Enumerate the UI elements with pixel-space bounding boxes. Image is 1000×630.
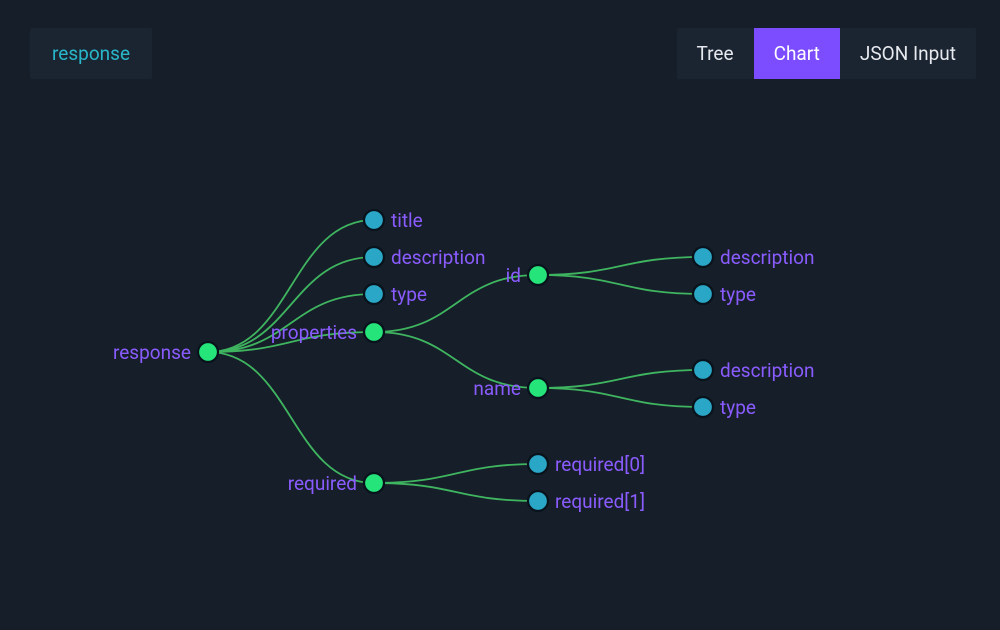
node-response[interactable] xyxy=(198,342,218,362)
node-id[interactable] xyxy=(528,265,548,285)
node-title[interactable] xyxy=(364,210,384,230)
nodes-layer xyxy=(0,80,1000,630)
node-name[interactable] xyxy=(528,378,548,398)
node-type[interactable] xyxy=(364,284,384,304)
node-name_type[interactable] xyxy=(693,397,713,417)
tab-chart[interactable]: Chart xyxy=(754,28,840,79)
view-tabs: Tree Chart JSON Input xyxy=(677,28,976,79)
header: response Tree Chart JSON Input xyxy=(0,0,1000,80)
node-req0[interactable] xyxy=(528,454,548,474)
tab-json-input[interactable]: JSON Input xyxy=(840,28,976,79)
node-properties[interactable] xyxy=(364,322,384,342)
tab-tree[interactable]: Tree xyxy=(677,28,754,79)
node-required[interactable] xyxy=(364,473,384,493)
node-id_type[interactable] xyxy=(693,284,713,304)
node-description[interactable] xyxy=(364,247,384,267)
node-req1[interactable] xyxy=(528,491,548,511)
node-name_desc[interactable] xyxy=(693,360,713,380)
schema-title-chip[interactable]: response xyxy=(30,28,152,79)
chart-canvas[interactable]: responsetitledescriptiontypepropertiesre… xyxy=(0,80,1000,630)
node-id_desc[interactable] xyxy=(693,247,713,267)
